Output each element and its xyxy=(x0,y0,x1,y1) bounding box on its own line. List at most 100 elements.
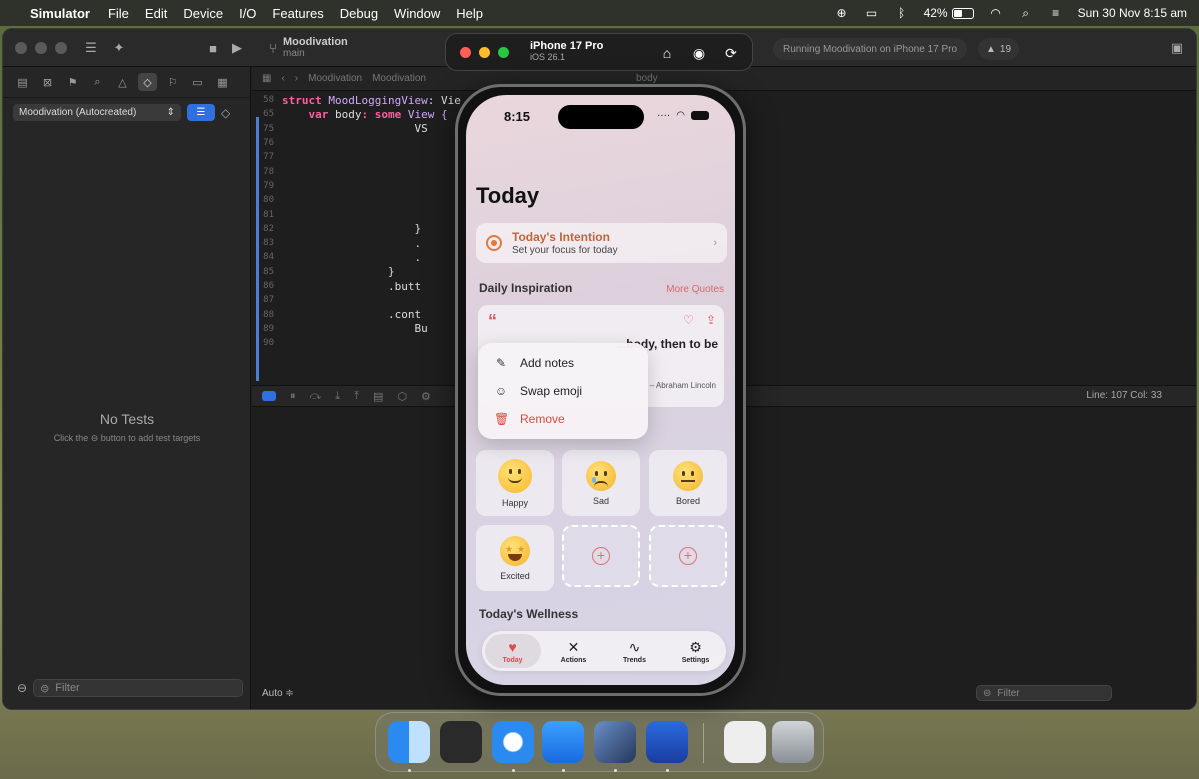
display-icon[interactable]: ▭ xyxy=(864,6,880,20)
tab-trends[interactable]: ∿ Trends xyxy=(607,634,663,668)
heart-icon[interactable]: ♡ xyxy=(683,313,694,327)
tag-icon[interactable]: ◇ xyxy=(221,106,230,120)
running-indicator xyxy=(614,769,617,772)
report-navigator-icon[interactable]: ▦ xyxy=(213,73,232,91)
back-icon[interactable]: ‹ xyxy=(281,73,284,84)
code-token: VS xyxy=(282,122,428,136)
issue-navigator-icon[interactable]: △ xyxy=(113,73,132,91)
battery-status[interactable]: 42% xyxy=(924,6,974,20)
sim-zoom-button[interactable] xyxy=(498,47,509,58)
code-token: .butt xyxy=(282,279,422,293)
tab-actions[interactable]: ✕ Actions xyxy=(546,634,602,668)
chevron-right-icon: › xyxy=(713,237,717,249)
project-navigator-icon[interactable]: ▤ xyxy=(13,73,32,91)
line-number: 79 xyxy=(263,180,274,191)
console-filter-input[interactable]: ⊜ Filter xyxy=(976,685,1112,701)
line-number: 65 xyxy=(263,109,274,120)
mood-card-happy[interactable]: Happy xyxy=(476,450,554,516)
sim-close-button[interactable] xyxy=(460,47,471,58)
step-in-icon[interactable]: ⤓ xyxy=(335,390,340,403)
menu-file[interactable]: File xyxy=(108,6,129,21)
forward-icon[interactable]: › xyxy=(295,73,298,84)
home-icon[interactable]: ⌂ xyxy=(656,42,678,64)
screenshot-icon[interactable]: ◉ xyxy=(688,42,710,64)
jump-path-2[interactable]: body xyxy=(636,73,658,84)
share-icon[interactable]: ⇪ xyxy=(706,313,716,327)
view-hierarchy-icon[interactable]: ▤ xyxy=(373,390,383,403)
debug-navigator-icon[interactable]: ⚐ xyxy=(163,73,182,91)
more-quotes-link[interactable]: More Quotes xyxy=(666,284,724,295)
intention-card[interactable]: Today's Intention Set your focus for tod… xyxy=(476,223,727,263)
test-plan-select[interactable]: Moodivation (Autocreated) ⇕ xyxy=(13,104,181,121)
menu-io[interactable]: I/O xyxy=(239,6,256,21)
menu-features[interactable]: Features xyxy=(272,6,323,21)
line-number: 81 xyxy=(263,209,274,220)
inspector-toggle-icon[interactable]: ▣ xyxy=(1167,39,1187,57)
mood-card-excited[interactable]: ★ ★ Excited xyxy=(476,525,554,591)
menu-edit[interactable]: Edit xyxy=(145,6,167,21)
wifi-icon[interactable]: ◠ xyxy=(988,6,1004,20)
rotate-icon[interactable]: ⟳ xyxy=(720,42,742,64)
grid-icon[interactable]: ▦ xyxy=(262,73,271,84)
remove-menu-item[interactable]: 🗑 Remove xyxy=(478,405,648,433)
code-token: MoodLoggingView xyxy=(328,93,428,107)
jump-path-1[interactable]: Moodivation xyxy=(372,73,426,84)
close-window-button[interactable] xyxy=(15,42,27,54)
menu-debug[interactable]: Debug xyxy=(340,6,378,21)
launchpad-icon[interactable] xyxy=(440,721,482,763)
add-test-icon[interactable]: ⊖ xyxy=(17,681,27,695)
variables-scope-select[interactable]: Auto ≑ xyxy=(262,688,294,699)
vpn-icon[interactable]: ⊕ xyxy=(834,6,850,20)
xcode-icon[interactable] xyxy=(594,721,636,763)
mood-card-sad[interactable]: Sad xyxy=(562,450,640,516)
tab-settings[interactable]: ⚙ Settings xyxy=(668,634,724,668)
navigator-toggle-icon[interactable]: ☰ xyxy=(81,39,101,57)
tab-today[interactable]: ♥ Today xyxy=(484,634,541,668)
mood-label: Excited xyxy=(500,570,530,581)
add-mood-button[interactable]: + xyxy=(562,525,640,587)
warning-indicator[interactable]: ▲ 19 xyxy=(978,38,1020,60)
bluetooth-icon[interactable]: ᛒ xyxy=(894,6,910,20)
jump-path-0[interactable]: Moodivation xyxy=(308,73,362,84)
line-number: 85 xyxy=(263,266,274,277)
mail-icon[interactable] xyxy=(542,721,584,763)
menu-window[interactable]: Window xyxy=(394,6,440,21)
assistant-icon[interactable]: ✦ xyxy=(109,39,129,57)
memory-graph-icon[interactable]: ⬡ xyxy=(397,390,407,403)
pause-icon[interactable]: ⏸ xyxy=(290,390,296,403)
simulator-title: iPhone 17 Pro iOS 26.1 xyxy=(530,40,603,62)
find-navigator-icon[interactable]: ⌕ xyxy=(88,73,107,91)
finder-icon[interactable] xyxy=(388,721,430,763)
menu-help[interactable]: Help xyxy=(456,6,483,21)
source-control-icon[interactable]: ⊠ xyxy=(38,73,57,91)
zoom-window-button[interactable] xyxy=(55,42,67,54)
add-mood-button[interactable]: + xyxy=(649,525,727,587)
project-title[interactable]: Moodivation main xyxy=(283,36,348,59)
test-navigator-icon[interactable]: ◇ xyxy=(138,73,157,91)
breakpoint-navigator-icon[interactable]: ▭ xyxy=(188,73,207,91)
step-out-icon[interactable]: ⤒ xyxy=(354,390,359,403)
trash-icon[interactable] xyxy=(772,721,814,763)
sim-minimize-button[interactable] xyxy=(479,47,490,58)
run-button[interactable]: ▶ xyxy=(227,39,247,57)
spotlight-search-icon[interactable]: ⌕ xyxy=(1018,6,1034,20)
list-filter-button[interactable]: ☰ xyxy=(187,104,215,121)
stop-button[interactable]: ■ xyxy=(203,39,223,57)
bookmark-navigator-icon[interactable]: ⚑ xyxy=(63,73,82,91)
navigator-filter-input[interactable]: ⊜ Filter xyxy=(33,679,243,697)
debug-toggle-icon[interactable] xyxy=(262,391,276,401)
environment-icon[interactable]: ⚙ xyxy=(421,390,431,403)
code-text: .cont xyxy=(282,308,421,321)
document-icon[interactable] xyxy=(724,721,766,763)
control-center-icon[interactable]: ≡ xyxy=(1048,6,1064,20)
simulator-icon[interactable] xyxy=(646,721,688,763)
menu-clock[interactable]: Sun 30 Nov 8:15 am xyxy=(1078,6,1187,20)
minimize-window-button[interactable] xyxy=(35,42,47,54)
add-notes-menu-item[interactable]: ✎ Add notes xyxy=(478,349,648,377)
menu-device[interactable]: Device xyxy=(183,6,223,21)
mood-card-bored[interactable]: Bored xyxy=(649,450,727,516)
step-over-icon[interactable]: ⤼ xyxy=(310,390,322,403)
safari-icon[interactable] xyxy=(492,721,534,763)
menu-app-name[interactable]: Simulator xyxy=(30,6,90,21)
swap-emoji-menu-item[interactable]: ☺ Swap emoji xyxy=(478,377,648,405)
